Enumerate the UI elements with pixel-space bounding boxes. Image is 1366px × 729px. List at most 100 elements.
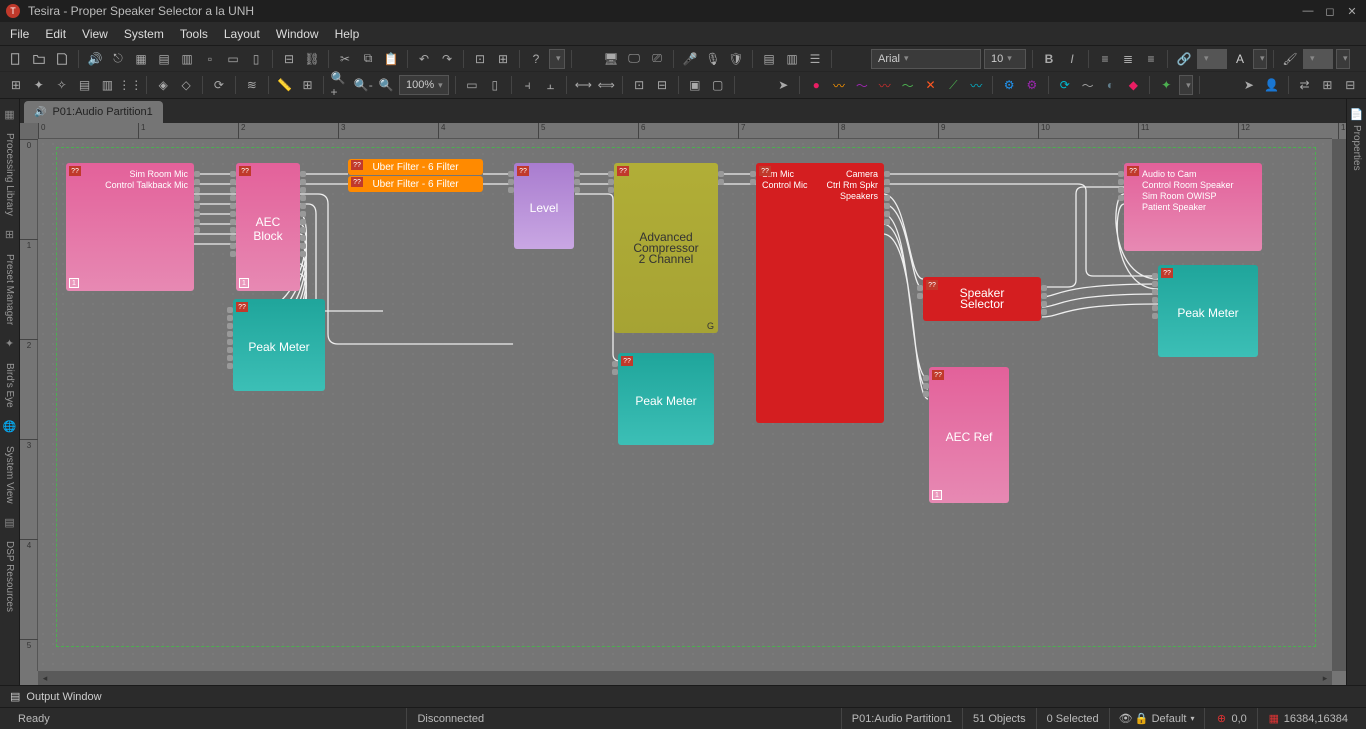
chain-icon[interactable]: ⛓: [302, 49, 322, 69]
block-peak-meter-1[interactable]: ?? Peak Meter: [233, 299, 325, 391]
sig-pink-icon[interactable]: ◆: [1123, 75, 1143, 95]
paste-icon[interactable]: 📋: [381, 49, 401, 69]
cursor-icon[interactable]: ➤: [773, 75, 793, 95]
grid2-icon[interactable]: ⊞: [298, 75, 318, 95]
maximize-button[interactable]: ◻: [1322, 3, 1338, 19]
module3-icon[interactable]: ▥: [177, 49, 197, 69]
redo-icon[interactable]: ↷: [437, 49, 457, 69]
list2-icon[interactable]: ▥: [97, 75, 117, 95]
menu-view[interactable]: View: [82, 27, 108, 41]
node-green2-icon[interactable]: ⟋: [943, 75, 963, 95]
net2-icon[interactable]: 🖵: [624, 49, 644, 69]
horizontal-scrollbar[interactable]: ◂ ▸: [38, 671, 1332, 685]
gear-purple-icon[interactable]: ⚙: [1022, 75, 1042, 95]
line-color-select[interactable]: [1303, 49, 1333, 69]
help-dropdown[interactable]: [549, 49, 565, 69]
processing-library-tab[interactable]: Processing Library: [4, 129, 15, 220]
block-sim-room-mic[interactable]: ?? Sim Room Mic Control Talkback Mic 1: [66, 163, 194, 291]
dsp-resources-icon[interactable]: ▤: [3, 515, 17, 529]
swap-icon[interactable]: ⇄: [1295, 75, 1315, 95]
glob2-icon[interactable]: ◇: [176, 75, 196, 95]
dots-icon[interactable]: ⋮⋮: [120, 75, 140, 95]
module-icon[interactable]: ▦: [131, 49, 151, 69]
status-layer[interactable]: 👁 🔒 Default ▾: [1109, 708, 1205, 729]
node-orange-icon[interactable]: ✕: [921, 75, 941, 95]
processing-library-icon[interactable]: ▦: [3, 107, 17, 121]
dist1-icon[interactable]: ⟷: [573, 75, 593, 95]
block-aec[interactable]: ?? AEC Block 1: [236, 163, 300, 291]
module2-icon[interactable]: ▤: [154, 49, 174, 69]
tree-icon[interactable]: ⊟: [279, 49, 299, 69]
net1-icon[interactable]: 🖥: [601, 49, 621, 69]
node-cyan-icon[interactable]: 〰: [966, 75, 986, 95]
sig-cyan-icon[interactable]: ⟳: [1055, 75, 1075, 95]
open-icon[interactable]: [29, 49, 49, 69]
refresh-icon[interactable]: ⟳: [209, 75, 229, 95]
block-advanced-compressor[interactable]: ?? Advanced Compressor 2 Channel G: [614, 163, 718, 333]
front-icon[interactable]: ▣: [685, 75, 705, 95]
panel1-icon[interactable]: ▤: [759, 49, 779, 69]
menu-system[interactable]: System: [124, 27, 164, 41]
user-icon[interactable]: 👤: [1262, 75, 1282, 95]
frame-icon[interactable]: ▯: [246, 49, 266, 69]
zoom-in-icon[interactable]: 🔍+: [330, 75, 350, 95]
block-uber-filter-1[interactable]: ?? Uber Filter - 6 Filter: [348, 159, 483, 175]
menu-layout[interactable]: Layout: [224, 27, 260, 41]
close-button[interactable]: ✕: [1344, 3, 1360, 19]
align1-icon[interactable]: ⫞: [518, 75, 538, 95]
new-icon[interactable]: [6, 49, 26, 69]
grid-col-icon[interactable]: ⊞: [6, 75, 26, 95]
block-peak-meter-2[interactable]: ?? Peak Meter: [618, 353, 714, 445]
cut-icon[interactable]: ✂: [335, 49, 355, 69]
font-size-select[interactable]: 10: [984, 49, 1026, 69]
properties-tab[interactable]: Properties: [1351, 121, 1362, 175]
font-family-select[interactable]: Arial: [871, 49, 981, 69]
properties-icon[interactable]: 📄: [1350, 107, 1364, 121]
arrange1-icon[interactable]: ▭: [462, 75, 482, 95]
zoom-out-icon[interactable]: 🔍-: [353, 75, 373, 95]
list-icon[interactable]: ▤: [75, 75, 95, 95]
grid-icon[interactable]: ▫: [200, 49, 220, 69]
system-view-tab[interactable]: System View: [4, 442, 15, 508]
layout-icon[interactable]: ▭: [223, 49, 243, 69]
gear-blue-icon[interactable]: ⚙: [999, 75, 1019, 95]
brush-icon[interactable]: 🖌: [1280, 49, 1300, 69]
task2-icon[interactable]: ⊞: [493, 49, 513, 69]
birds-eye-icon[interactable]: ✦: [3, 337, 17, 351]
bold-icon[interactable]: B: [1039, 49, 1059, 69]
star1-icon[interactable]: ✦: [29, 75, 49, 95]
layer-icon[interactable]: ≋: [242, 75, 262, 95]
undo-icon[interactable]: ↶: [414, 49, 434, 69]
block-speaker-selector[interactable]: ?? Speaker Selector: [923, 277, 1041, 321]
help-icon[interactable]: ?: [526, 49, 546, 69]
design-canvas[interactable]: ?? Sim Room Mic Control Talkback Mic 1 ?…: [38, 139, 1332, 671]
block-aec-ref[interactable]: ?? AEC Ref 1: [929, 367, 1009, 503]
text-color-icon[interactable]: A: [1230, 49, 1250, 69]
align2-icon[interactable]: ⫠: [541, 75, 561, 95]
menu-edit[interactable]: Edit: [45, 27, 66, 41]
group-icon[interactable]: ⊡: [629, 75, 649, 95]
connect-icon[interactable]: ⎋: [108, 49, 128, 69]
node-purple-icon[interactable]: 〜: [852, 75, 872, 95]
minimize-button[interactable]: —: [1300, 3, 1316, 19]
node-wave-icon[interactable]: 〰: [829, 75, 849, 95]
star2-icon[interactable]: ✧: [52, 75, 72, 95]
preset-manager-icon[interactable]: ⊞: [3, 228, 17, 242]
sparkle-select[interactable]: [1179, 75, 1193, 95]
menu-window[interactable]: Window: [276, 27, 319, 41]
trans-icon[interactable]: ⊞: [1318, 75, 1338, 95]
menu-file[interactable]: File: [10, 27, 29, 41]
menu-help[interactable]: Help: [335, 27, 360, 41]
back-icon[interactable]: ▢: [708, 75, 728, 95]
zoom-select[interactable]: 100%: [399, 75, 449, 95]
net3-icon[interactable]: ⎚: [647, 49, 667, 69]
shield-icon[interactable]: 🛡: [726, 49, 746, 69]
block-matrix-mux[interactable]: ?? Sim Mic Control Mic Camera Ctrl Rm Sp…: [756, 163, 884, 423]
panel3-icon[interactable]: ☰: [805, 49, 825, 69]
task-icon[interactable]: ⊡: [470, 49, 490, 69]
sig-half-icon[interactable]: ◐: [1101, 75, 1121, 95]
arrange2-icon[interactable]: ▯: [485, 75, 505, 95]
menu-tools[interactable]: Tools: [180, 27, 208, 41]
scroll-left-icon[interactable]: ◂: [38, 671, 52, 685]
mic2-icon[interactable]: 🎙: [703, 49, 723, 69]
